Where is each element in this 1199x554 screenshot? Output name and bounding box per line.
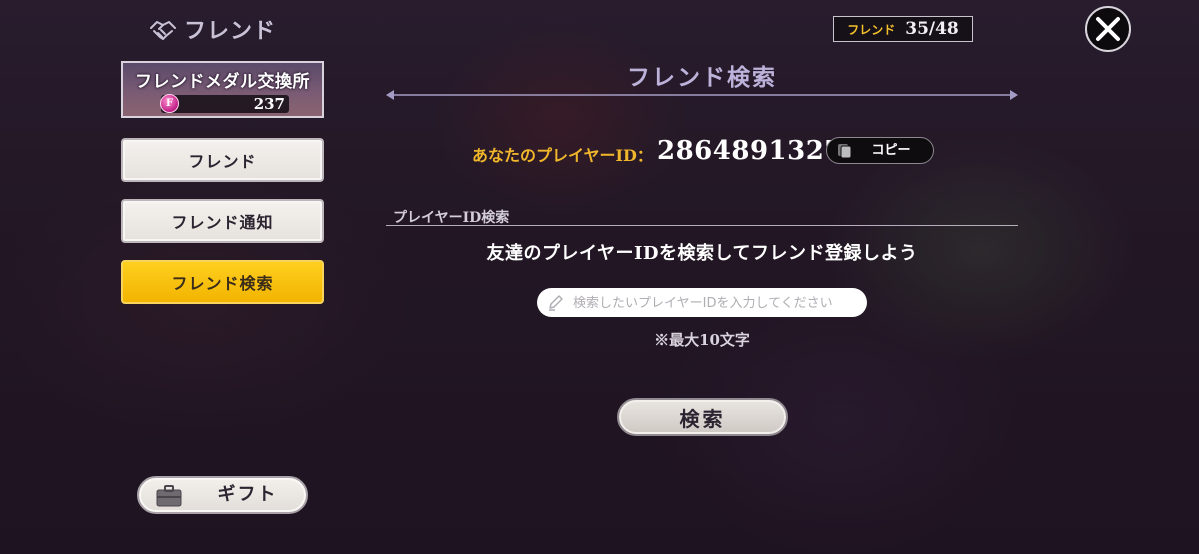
close-icon [1096, 17, 1120, 41]
sidebar-item-friends[interactable]: フレンド [121, 138, 324, 182]
max-length-note: ※最大10文字 [654, 331, 750, 349]
close-button[interactable] [1085, 6, 1131, 52]
medal-exchange-title: フレンドメダル交換所 [135, 72, 310, 92]
search-instruction: 友達のプレイヤーIDを検索してフレンド登録しよう [486, 243, 918, 264]
player-id-search-heading: プレイヤーID検索 [393, 210, 510, 226]
sidebar-item-friend-search[interactable]: フレンド検索 [121, 260, 324, 304]
player-id-search-input[interactable] [571, 288, 865, 319]
title-divider [386, 90, 1018, 100]
screen-header: フレンド [148, 12, 276, 46]
gift-button[interactable]: ギフト [137, 476, 308, 514]
briefcase-icon [156, 485, 182, 507]
search-field[interactable] [537, 288, 867, 319]
search-button-label: 検索 [679, 406, 726, 431]
copy-button[interactable]: コピー [826, 137, 934, 164]
section-divider [386, 225, 1018, 226]
copy-icon [838, 144, 852, 159]
handshake-icon [150, 21, 176, 40]
friend-count-label: フレンド [847, 22, 896, 37]
screen-title: フレンド [184, 18, 277, 44]
copy-label: コピー [871, 143, 911, 158]
sidebar-item-label: フレンド検索 [171, 274, 274, 293]
search-button[interactable]: 検索 [617, 398, 788, 436]
player-id-value: 2864891327 [657, 136, 843, 166]
friend-count-value: 35/48 [905, 19, 959, 39]
player-id-label: あなたのプレイヤーID： [472, 146, 653, 165]
friend-count-badge: フレンド 35/48 [833, 16, 973, 42]
gift-label: ギフト [217, 484, 278, 505]
medal-amount: 237 [253, 95, 285, 113]
pencil-icon [549, 295, 563, 311]
friend-medal-coin-icon: F [160, 94, 179, 113]
sidebar-item-label: フレンド [188, 152, 257, 171]
friend-medal-exchange-button[interactable]: フレンドメダル交換所 F 237 [121, 61, 324, 118]
sidebar-item-label: フレンド通知 [171, 213, 274, 232]
sidebar-item-friend-notifications[interactable]: フレンド通知 [121, 199, 324, 243]
